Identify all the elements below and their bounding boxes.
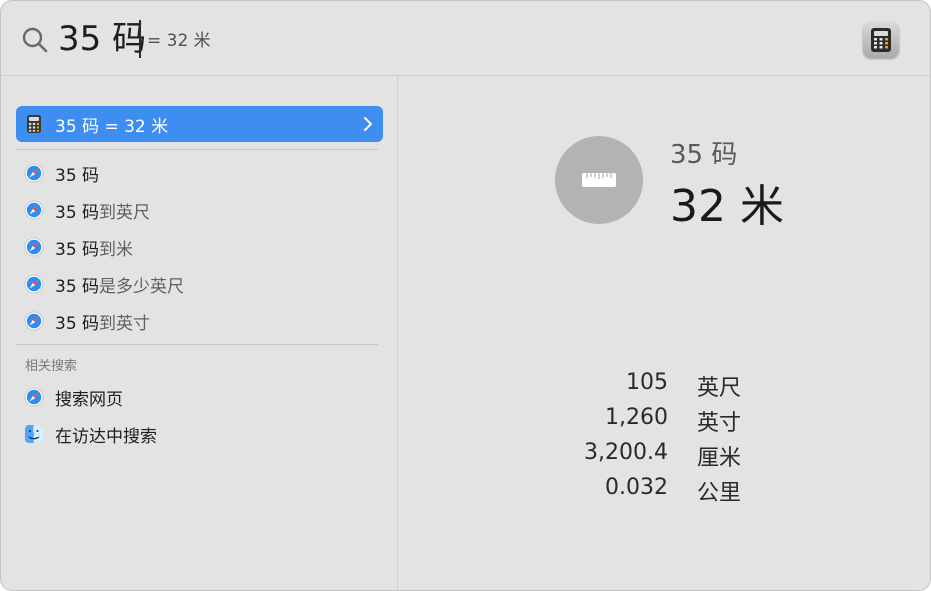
suggestion-item[interactable]: 35 码到英尺 <box>16 192 383 228</box>
calculator-icon <box>27 115 41 133</box>
safari-icon <box>24 163 44 183</box>
safari-icon <box>24 274 44 294</box>
suggestion-item[interactable]: 35 码是多少英尺 <box>16 266 383 302</box>
suggestion-prefix: 35 码 <box>55 202 100 223</box>
conversion-value: 1,260 <box>605 405 668 430</box>
conversion-unit: 英寸 <box>697 411 742 436</box>
inline-result: = 32 米 <box>147 31 211 51</box>
search-web-label: 搜索网页 <box>55 389 123 410</box>
conversion-row: 3,200.4 厘米 <box>498 440 798 476</box>
unit-badge <box>555 136 643 224</box>
search-finder-label: 在访达中搜索 <box>55 426 157 447</box>
conversion-row: 105 英尺 <box>498 370 798 406</box>
suggestion-item[interactable]: 35 码到英寸 <box>16 303 383 339</box>
conversion-value: 105 <box>626 370 668 395</box>
suggestion-suffix: 到英寸 <box>99 313 151 334</box>
conversion-unit: 英尺 <box>697 376 742 401</box>
conversion-unit: 厘米 <box>697 446 742 471</box>
suggestion-suffix: 是多少英尺 <box>99 276 185 297</box>
ruler-icon <box>582 173 616 187</box>
search-bar: 35 码 = 32 米 <box>1 1 930 76</box>
divider <box>16 149 378 150</box>
conversion-result: 32 米 <box>670 181 784 232</box>
calculator-icon[interactable] <box>863 22 899 58</box>
search-web-item[interactable]: 搜索网页 <box>16 379 383 415</box>
suggestion-item[interactable]: 35 码到米 <box>16 229 383 265</box>
suggestion-suffix: 到英尺 <box>99 202 151 223</box>
text-caret <box>139 20 141 58</box>
suggestion-prefix: 35 码 <box>55 165 100 186</box>
suggestion-prefix: 35 码 <box>55 276 100 297</box>
suggestion-prefix: 35 码 <box>55 313 100 334</box>
conversion-unit: 公里 <box>697 481 742 506</box>
chevron-right-icon <box>364 117 372 131</box>
safari-icon <box>24 311 44 331</box>
section-label-related: 相关搜索 <box>25 359 78 374</box>
conversion-value: 0.032 <box>605 475 668 500</box>
preview-pane: 35 码 32 米 105 英尺 1,260 英寸 3,200.4 厘米 0.0… <box>398 76 930 590</box>
search-finder-item[interactable]: 在访达中搜索 <box>16 416 383 452</box>
results-list: 35 码 = 32 米 35 码 35 码到英尺 35 码到米 35 码是多少英… <box>1 76 397 590</box>
safari-icon <box>24 387 44 407</box>
spotlight-window: 35 码 = 32 米 35 码 = 32 米 35 码 35 码到英尺 35 … <box>0 0 931 591</box>
conversion-source: 35 码 <box>670 140 738 170</box>
finder-icon <box>25 425 43 443</box>
top-result-row[interactable]: 35 码 = 32 米 <box>16 106 383 142</box>
safari-icon <box>24 237 44 257</box>
top-result-label: 35 码 = 32 米 <box>55 116 169 137</box>
suggestion-suffix: 到米 <box>99 239 134 260</box>
conversion-value: 3,200.4 <box>584 440 668 465</box>
safari-icon <box>24 200 44 220</box>
divider <box>16 344 378 345</box>
suggestion-item[interactable]: 35 码 <box>16 155 383 191</box>
suggestion-prefix: 35 码 <box>55 239 100 260</box>
search-icon <box>22 27 48 53</box>
conversion-row: 1,260 英寸 <box>498 405 798 441</box>
conversion-row: 0.032 公里 <box>498 475 798 511</box>
search-input[interactable]: 35 码 <box>58 17 146 61</box>
